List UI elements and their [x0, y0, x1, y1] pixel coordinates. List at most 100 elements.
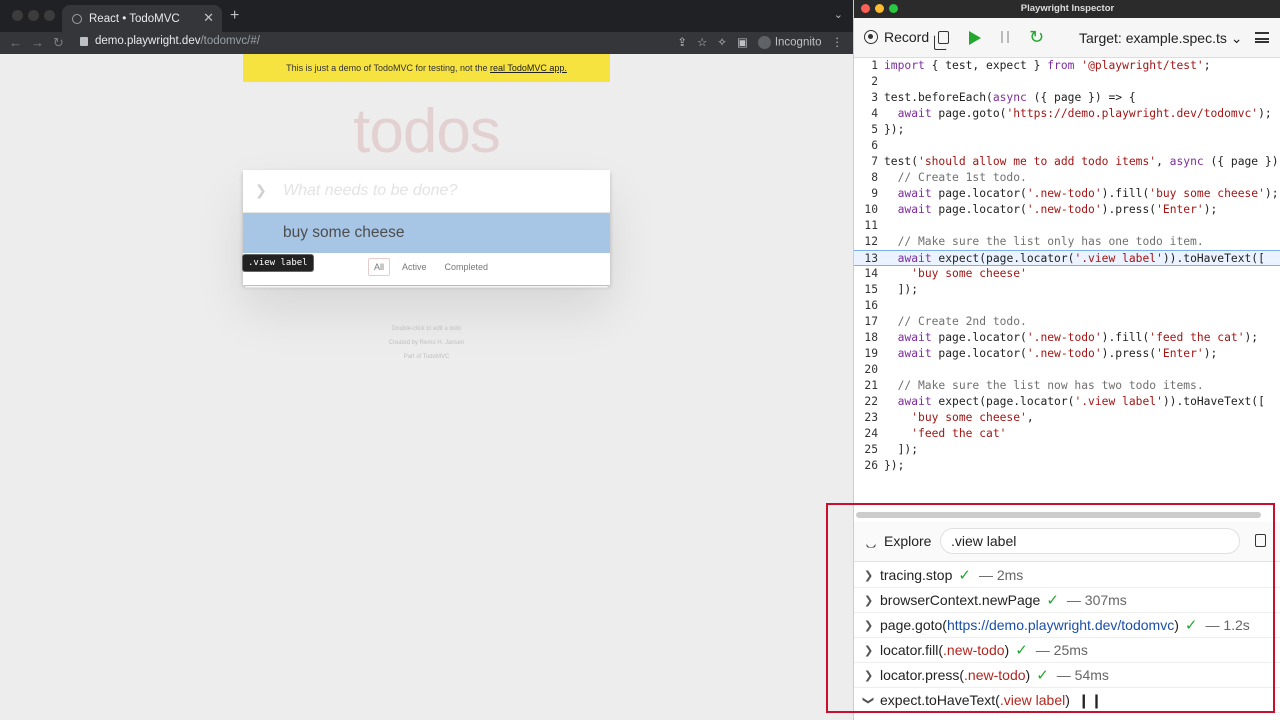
code-line[interactable]: 12 // Make sure the list only has one to…	[854, 234, 1280, 250]
pause-icon[interactable]	[1001, 31, 1009, 43]
chevron-down-icon: ⌄	[1230, 30, 1243, 46]
call-log-row[interactable]: ❯ expect.toHaveText(.view label) ❙❙	[854, 688, 1280, 713]
record-label: Record	[884, 29, 930, 45]
bookmark-star-icon[interactable]: ☆	[697, 35, 707, 49]
maximize-window-button[interactable]	[44, 10, 55, 21]
close-window-button[interactable]	[861, 4, 870, 13]
code-text: ]);	[884, 283, 919, 296]
code-text: await page.locator('.new-todo').fill('fe…	[897, 331, 1259, 344]
new-tab-icon[interactable]: +	[230, 7, 239, 25]
checkmark-icon: ✓	[1036, 667, 1049, 684]
code-line[interactable]: 6	[854, 138, 1280, 154]
maximize-window-button[interactable]	[889, 4, 898, 13]
forward-icon[interactable]: →	[31, 35, 44, 50]
code-line[interactable]: 25 ]);	[854, 442, 1280, 458]
horizontal-scrollbar[interactable]	[856, 512, 1261, 518]
filter-all[interactable]: All	[368, 258, 391, 276]
address-bar[interactable]: demo.playwright.dev/todomvc/#/	[95, 35, 260, 47]
minimize-window-button[interactable]	[875, 4, 884, 13]
code-line[interactable]: 19 await page.locator('.new-todo').press…	[854, 346, 1280, 362]
code-line[interactable]: 13 await expect(page.locator('.view labe…	[854, 250, 1280, 266]
call-log-row[interactable]: ❯ tracing.stop ✓ — 2ms	[854, 563, 1280, 588]
tab-bar: React • TodoMVC ✕ + ⌄	[0, 0, 853, 32]
new-todo-row: ❯	[243, 170, 610, 213]
record-button[interactable]: Record	[864, 29, 929, 45]
browser-toolbar: ← → ↻ demo.playwright.dev/todomvc/#/ ⇪ ☆…	[0, 32, 853, 54]
copy-icon[interactable]	[934, 31, 949, 50]
code-line[interactable]: 23 'buy some cheese',	[854, 410, 1280, 426]
incognito-indicator[interactable]: Incognito	[757, 35, 822, 49]
reload-page-icon[interactable]: ↻	[53, 35, 64, 51]
chevron-right-icon[interactable]: ❯	[864, 569, 880, 582]
chevron-down-icon[interactable]: ❯	[862, 694, 880, 707]
line-number: 18	[864, 331, 878, 344]
target-selector[interactable]: Target: example.spec.ts ⌄	[1079, 30, 1242, 47]
chevron-right-icon[interactable]: ❯	[864, 644, 880, 657]
close-window-button[interactable]	[12, 10, 23, 21]
code-line[interactable]: 21 // Make sure the list now has two tod…	[854, 378, 1280, 394]
lock-icon	[80, 37, 88, 46]
code-line[interactable]: 24 'feed the cat'	[854, 426, 1280, 442]
call-log-row[interactable]: ❯ locator.press(.new-todo) ✓ — 54ms	[854, 663, 1280, 688]
code-line[interactable]: 1 import { test, expect } from '@playwrig…	[854, 58, 1280, 74]
code-line[interactable]: 2	[854, 74, 1280, 90]
code-line[interactable]: 11	[854, 218, 1280, 234]
code-text: await expect(page.locator('.view label')…	[897, 252, 1265, 265]
chevron-right-icon[interactable]: ❯	[864, 619, 880, 632]
code-line[interactable]: 7 test('should allow me to add todo items…	[854, 154, 1280, 170]
filter-active[interactable]: Active	[396, 258, 433, 276]
filter-completed[interactable]: Completed	[439, 258, 495, 276]
line-number: 19	[864, 347, 878, 360]
step-over-icon[interactable]: ↻	[1029, 27, 1044, 48]
list-stack-shadow	[245, 286, 608, 288]
code-line[interactable]: 10 await page.locator('.new-todo').press…	[854, 202, 1280, 218]
line-number: 12	[864, 235, 878, 248]
share-icon[interactable]: ⇪	[677, 35, 687, 49]
chevron-right-icon[interactable]: ❯	[864, 594, 880, 607]
inspector-title: Playwright Inspector	[1020, 3, 1115, 14]
demo-banner: This is just a demo of TodoMVC for testi…	[243, 54, 610, 82]
line-number: 3	[871, 91, 878, 104]
selector-input[interactable]	[940, 528, 1240, 554]
resume-play-icon[interactable]	[969, 31, 981, 45]
code-line[interactable]: 18 await page.locator('.new-todo').fill(…	[854, 330, 1280, 346]
minimize-window-button[interactable]	[28, 10, 39, 21]
code-line[interactable]: 4 await page.goto('https://demo.playwrig…	[854, 106, 1280, 122]
sidebar-icon[interactable]: ▣	[737, 35, 748, 49]
code-line[interactable]: 3 test.beforeEach(async ({ page }) => {	[854, 90, 1280, 106]
paren: )	[1004, 642, 1010, 658]
settings-menu-icon[interactable]	[1255, 32, 1269, 43]
line-number: 26	[864, 459, 878, 472]
back-icon[interactable]: ←	[9, 35, 22, 50]
browser-menu-icon[interactable]: ⋮	[832, 35, 844, 49]
copy-selector-icon[interactable]	[1255, 534, 1266, 547]
chevron-right-icon[interactable]: ❯	[864, 669, 880, 682]
extensions-icon[interactable]: ✧	[717, 35, 727, 49]
call-log-row[interactable]: ❯ browserContext.newPage ✓ — 307ms	[854, 588, 1280, 613]
tab-search-icon[interactable]: ⌄	[834, 8, 843, 21]
close-tab-icon[interactable]: ✕	[203, 10, 214, 26]
call-argument: .new-todo	[964, 667, 1026, 683]
code-line[interactable]: 8 // Create 1st todo.	[854, 170, 1280, 186]
code-line[interactable]: 16	[854, 298, 1280, 314]
explore-button[interactable]: Explore	[866, 533, 931, 549]
code-line[interactable]: 14 'buy some cheese'	[854, 266, 1280, 282]
code-text: import { test, expect } from '@playwrigh…	[884, 59, 1211, 72]
call-log-row[interactable]: ❯ page.goto(https://demo.playwright.dev/t…	[854, 613, 1280, 638]
toggle-all-chevron-icon[interactable]: ❯	[255, 182, 267, 199]
call-duration: — 307ms	[1066, 592, 1127, 608]
code-line[interactable]: 9 await page.locator('.new-todo').fill('…	[854, 186, 1280, 202]
new-todo-input[interactable]	[283, 180, 593, 202]
code-line[interactable]: 26});	[854, 458, 1280, 474]
browser-tab[interactable]: React • TodoMVC ✕	[62, 5, 222, 32]
code-line[interactable]: 15 ]);	[854, 282, 1280, 298]
todo-item[interactable]: buy some cheese	[243, 213, 610, 253]
code-line[interactable]: 5});	[854, 122, 1280, 138]
code-line[interactable]: 20	[854, 362, 1280, 378]
code-line[interactable]: 22 await expect(page.locator('.view labe…	[854, 394, 1280, 410]
call-log-row[interactable]: ❯ locator.fill(.new-todo) ✓ — 25ms	[854, 638, 1280, 663]
banner-link[interactable]: real TodoMVC app.	[490, 63, 567, 73]
code-line[interactable]: 17 // Create 2nd todo.	[854, 314, 1280, 330]
todo-label[interactable]: buy some cheese	[283, 224, 405, 242]
url-host: demo.playwright.dev	[95, 35, 201, 47]
